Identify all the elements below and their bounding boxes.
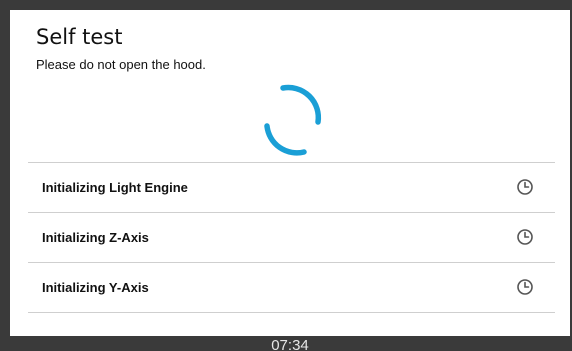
task-label: Initializing Y-Axis [42, 280, 149, 295]
self-test-dialog: Self test Please do not open the hood. I… [10, 10, 570, 336]
dialog-title: Self test [36, 25, 123, 49]
clock-icon [517, 229, 533, 245]
clock-time: 07:34 [271, 337, 309, 351]
task-list: Initializing Light Engine Initializing Z… [28, 162, 555, 313]
task-row: Initializing Light Engine [28, 163, 555, 213]
task-label: Initializing Z-Axis [42, 230, 149, 245]
task-label: Initializing Light Engine [42, 180, 188, 195]
loading-spinner-icon [264, 84, 322, 156]
task-row: Initializing Y-Axis [28, 263, 555, 313]
clock-icon [517, 279, 533, 295]
clock-icon [517, 179, 533, 195]
status-bar: 07:34 [10, 336, 570, 351]
dialog-message: Please do not open the hood. [36, 57, 206, 72]
task-row: Initializing Z-Axis [28, 213, 555, 263]
